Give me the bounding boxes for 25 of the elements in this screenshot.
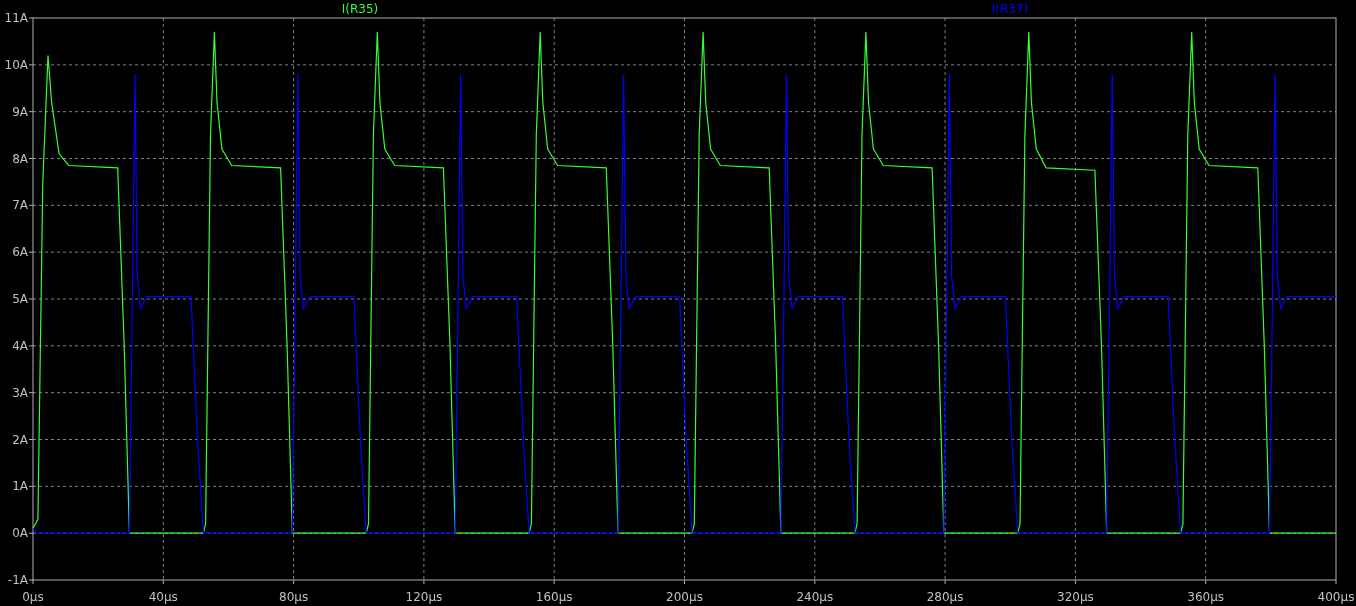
y-axis-label: 11A xyxy=(4,11,28,25)
y-axis-label: 0A xyxy=(12,526,28,541)
x-axis-label: 360µs xyxy=(1187,590,1225,604)
y-axis-label: 5A xyxy=(12,292,28,306)
x-axis-label: 40µs xyxy=(148,590,178,604)
x-axis-label: 280µs xyxy=(926,590,964,604)
x-axis-label: 200µs xyxy=(666,590,703,604)
y-axis-label: -1A xyxy=(7,573,28,587)
y-axis-label: 7A xyxy=(12,198,28,213)
x-axis-label: 160µs xyxy=(535,590,573,604)
x-axis-label: 120µs xyxy=(405,590,443,604)
y-axis-label: 4A xyxy=(12,338,28,353)
y-axis-label: 9A xyxy=(12,104,28,119)
y-axis-label: 1A xyxy=(12,479,28,494)
x-axis-label: 0µs xyxy=(22,590,44,604)
y-axis-label: 2A xyxy=(12,432,28,447)
x-axis-label: 320µs xyxy=(1057,590,1094,604)
y-axis-label: 8A xyxy=(12,151,28,166)
x-axis-label: 400µs xyxy=(1317,590,1355,604)
y-axis-label: 6A xyxy=(12,245,28,260)
y-axis-label: 10A xyxy=(4,57,28,72)
y-axis-label: 3A xyxy=(12,385,28,400)
x-axis-label: 80µs xyxy=(279,590,309,604)
x-axis-label: 240µs xyxy=(796,590,834,604)
trace-label[interactable]: I(R35) xyxy=(341,2,379,16)
